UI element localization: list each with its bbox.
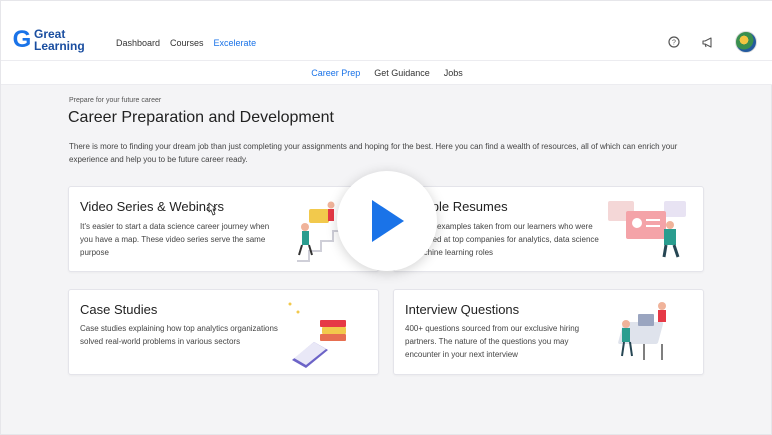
video-play-button[interactable] <box>337 171 437 271</box>
sub-nav: Career Prep Get Guidance Jobs <box>1 61 772 85</box>
tab-jobs[interactable]: Jobs <box>444 68 463 84</box>
nav-excelerate[interactable]: Excelerate <box>214 38 257 48</box>
resume-illustration-icon <box>608 201 686 258</box>
card-video-series[interactable]: Video Series & Webinars It's easier to s… <box>68 186 379 272</box>
page-description: There is more to finding your dream job … <box>69 142 678 164</box>
card-text: 400+ questions sourced from our exclusiv… <box>405 324 580 359</box>
card-case-studies[interactable]: Case Studies Case studies explaining how… <box>68 289 379 375</box>
card-title: Case Studies <box>80 302 158 317</box>
megaphone-icon[interactable] <box>701 35 715 49</box>
nav-courses[interactable]: Courses <box>170 38 204 48</box>
books-illustration-icon <box>288 302 346 368</box>
card-text: It's easier to start a data science care… <box>80 222 270 257</box>
main-nav: Dashboard Courses Excelerate <box>116 38 256 48</box>
page-kicker: Prepare for your future career <box>69 97 162 104</box>
logo-g-icon: G <box>12 26 32 53</box>
tab-get-guidance[interactable]: Get Guidance <box>374 68 430 84</box>
svg-text:?: ? <box>672 40 676 47</box>
nav-dashboard[interactable]: Dashboard <box>116 38 160 48</box>
tab-career-prep[interactable]: Career Prep <box>311 68 360 84</box>
top-header: G Great Learning Dashboard Courses Excel… <box>1 1 772 61</box>
page-title: Career Preparation and Development <box>68 109 334 126</box>
logo-line2: Learning <box>34 39 85 53</box>
card-sample-resumes[interactable]: Sample Resumes Resume examples taken fro… <box>393 186 704 272</box>
great-learning-logo[interactable]: G Great Learning <box>12 27 85 53</box>
mouse-cursor-icon <box>208 202 217 216</box>
video-frame: G Great Learning Dashboard Courses Excel… <box>0 0 772 435</box>
card-title: Interview Questions <box>405 302 520 317</box>
interview-illustration-icon <box>618 302 666 360</box>
help-circle-icon[interactable]: ? <box>667 35 681 49</box>
card-text: Case studies explaining how top analytic… <box>80 324 278 346</box>
user-avatar[interactable] <box>735 31 757 53</box>
play-icon <box>372 200 404 242</box>
card-interview-questions[interactable]: Interview Questions 400+ questions sourc… <box>393 289 704 375</box>
card-title: Video Series & Webinars <box>80 199 225 214</box>
